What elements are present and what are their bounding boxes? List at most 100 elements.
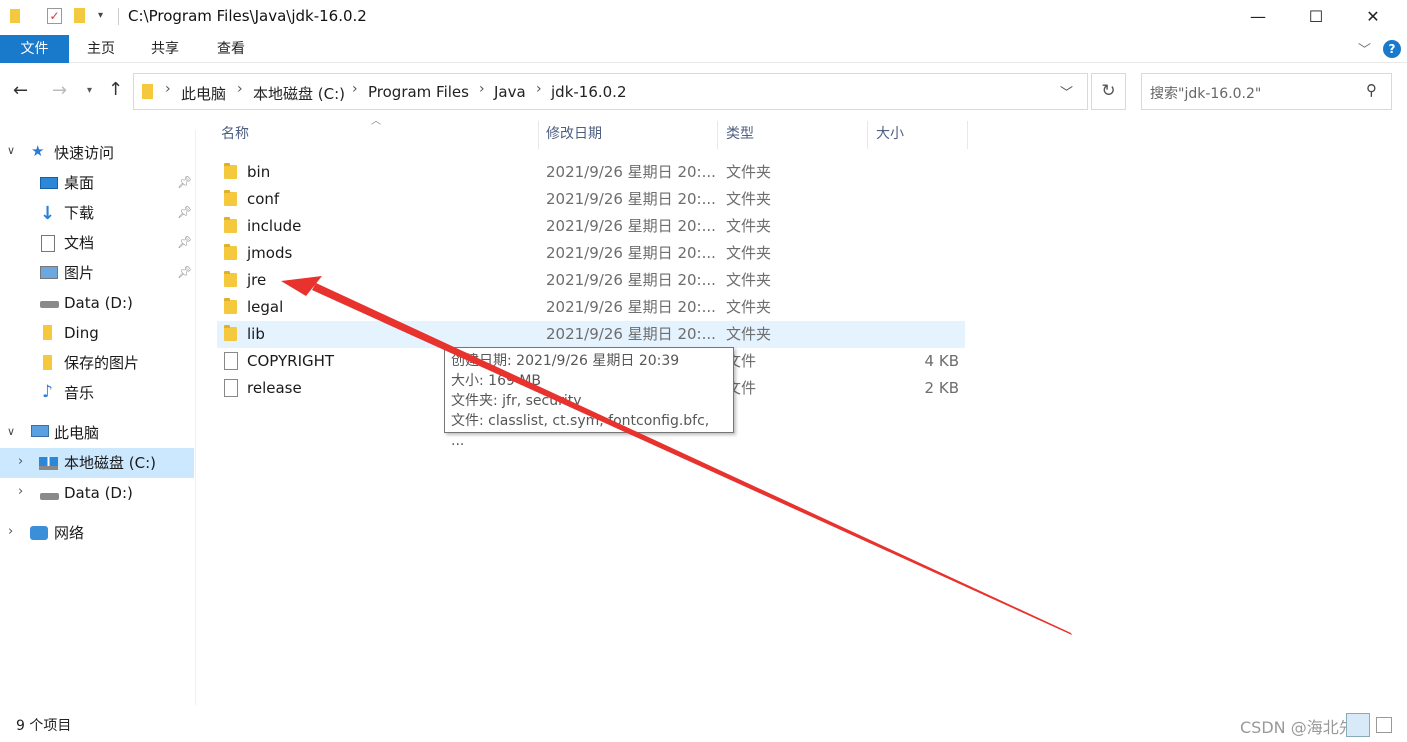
maximize-button[interactable]: ☐ bbox=[1293, 0, 1339, 33]
properties-icon[interactable]: ✓ bbox=[47, 8, 62, 24]
chevron-down-icon[interactable]: ∨ bbox=[7, 144, 15, 157]
file-name: release bbox=[247, 379, 302, 397]
drive-icon bbox=[40, 493, 59, 500]
folder-info-tooltip: 创建日期: 2021/9/26 星期日 20:39 大小: 169 MB 文件夹… bbox=[444, 347, 734, 449]
status-bar: 9 个项目 CSDN @海北先生 bbox=[0, 712, 1407, 738]
recent-locations-icon[interactable]: ▾ bbox=[87, 85, 92, 96]
file-name: bin bbox=[247, 163, 271, 181]
file-icon bbox=[224, 379, 238, 397]
file-name: include bbox=[247, 217, 302, 235]
pin-icon[interactable]: 📌︎ bbox=[177, 265, 192, 279]
new-folder-icon[interactable] bbox=[74, 8, 85, 23]
file-name: lib bbox=[247, 325, 265, 343]
nav-item-drive-d[interactable]: Data (D:) bbox=[64, 478, 133, 508]
column-header-type[interactable]: 类型 bbox=[722, 121, 868, 149]
chevron-right-icon: › bbox=[237, 81, 243, 97]
nav-item-documents[interactable]: 文档 bbox=[64, 228, 94, 258]
network-icon bbox=[30, 526, 48, 540]
chevron-down-icon[interactable]: ∨ bbox=[7, 425, 15, 438]
item-count: 9 个项目 bbox=[16, 718, 72, 734]
nav-item-music[interactable]: 音乐 bbox=[64, 378, 94, 408]
nav-item-downloads[interactable]: 下载 bbox=[64, 198, 94, 228]
column-header-name[interactable]: 名称 bbox=[217, 121, 539, 149]
file-row-jre[interactable]: jre 2021/9/26 星期日 20:... 文件夹 bbox=[217, 267, 965, 294]
expand-ribbon-icon[interactable]: ﹀ bbox=[1358, 39, 1371, 58]
pin-icon[interactable]: 📌︎ bbox=[177, 235, 192, 249]
folder-icon bbox=[142, 84, 153, 99]
nav-item-drive-c[interactable]: 本地磁盘 (C:) bbox=[64, 448, 156, 478]
nav-item-data-d[interactable]: Data (D:) bbox=[64, 288, 133, 318]
chevron-right-icon[interactable]: › bbox=[18, 454, 23, 469]
breadcrumb-drive-c[interactable]: 本地磁盘 (C:) bbox=[253, 83, 345, 104]
details-view-icon[interactable] bbox=[1346, 713, 1370, 737]
tooltip-size: 大小: 169 MB bbox=[451, 373, 542, 389]
file-date: 2021/9/26 星期日 20:... bbox=[546, 325, 716, 343]
back-button[interactable]: ← bbox=[13, 80, 28, 101]
address-bar[interactable]: › 此电脑 › 本地磁盘 (C:) › Program Files › Java… bbox=[133, 73, 1088, 110]
music-icon: ♪ bbox=[42, 382, 53, 402]
large-icons-view-icon[interactable] bbox=[1376, 717, 1392, 733]
nav-item-pictures[interactable]: 图片 bbox=[64, 258, 94, 288]
minimize-button[interactable]: — bbox=[1235, 0, 1281, 33]
file-size: 4 KB bbox=[924, 352, 959, 370]
file-type: 文件夹 bbox=[726, 298, 772, 316]
column-header-date[interactable]: 修改日期 bbox=[542, 121, 718, 149]
file-size: 2 KB bbox=[924, 379, 959, 397]
refresh-button[interactable]: ↻ bbox=[1091, 73, 1126, 110]
search-icon: ⚲ bbox=[1366, 81, 1377, 99]
tab-file[interactable]: 文件 bbox=[0, 35, 69, 63]
file-type: 文件夹 bbox=[726, 244, 772, 262]
file-row-conf[interactable]: conf 2021/9/26 星期日 20:... 文件夹 bbox=[217, 186, 965, 213]
tab-view[interactable]: 查看 bbox=[208, 35, 254, 63]
nav-item-saved-pictures[interactable]: 保存的图片 bbox=[64, 348, 139, 378]
nav-network[interactable]: 网络 bbox=[54, 518, 84, 548]
ribbon-tabs: 文件 主页 共享 查看 ﹀ ? bbox=[0, 35, 1407, 63]
address-dropdown-icon[interactable]: ﹀ bbox=[1060, 82, 1073, 101]
folder-icon bbox=[43, 355, 52, 370]
breadcrumb-program-files[interactable]: Program Files bbox=[368, 83, 469, 101]
file-row-lib-hovered[interactable]: lib 2021/9/26 星期日 20:... 文件夹 bbox=[217, 321, 965, 348]
file-row-legal[interactable]: legal 2021/9/26 星期日 20:... 文件夹 bbox=[217, 294, 965, 321]
file-name: conf bbox=[247, 190, 280, 208]
pin-icon[interactable]: 📌︎ bbox=[177, 175, 192, 189]
help-icon[interactable]: ? bbox=[1383, 40, 1401, 58]
breadcrumb-this-pc[interactable]: 此电脑 bbox=[181, 83, 226, 104]
nav-item-desktop[interactable]: 桌面 bbox=[64, 168, 94, 198]
search-box[interactable]: 搜索"jdk-16.0.2" ⚲ bbox=[1141, 73, 1392, 110]
chevron-right-icon: › bbox=[352, 81, 358, 97]
chevron-right-icon[interactable]: › bbox=[8, 524, 13, 539]
column-header-size[interactable]: 大小 bbox=[872, 121, 968, 149]
tab-home[interactable]: 主页 bbox=[78, 35, 124, 63]
file-row-bin[interactable]: bin 2021/9/26 星期日 20:... 文件夹 bbox=[217, 159, 965, 186]
file-row-jmods[interactable]: jmods 2021/9/26 星期日 20:... 文件夹 bbox=[217, 240, 965, 267]
pin-icon[interactable]: 📌︎ bbox=[177, 205, 192, 219]
forward-button[interactable]: → bbox=[52, 80, 67, 101]
file-name: legal bbox=[247, 298, 284, 316]
search-input[interactable]: 搜索"jdk-16.0.2" bbox=[1150, 83, 1261, 103]
navigation-pane: ∨ ★ 快速访问 桌面 📌︎ ↓ 下载 📌︎ 文档 📌︎ 图片 📌︎ Data … bbox=[0, 130, 196, 705]
file-date: 2021/9/26 星期日 20:... bbox=[546, 190, 716, 208]
file-row-include[interactable]: include 2021/9/26 星期日 20:... 文件夹 bbox=[217, 213, 965, 240]
folder-icon bbox=[224, 190, 237, 206]
folder-icon bbox=[224, 244, 237, 260]
breadcrumb-jdk[interactable]: jdk-16.0.2 bbox=[551, 83, 627, 101]
star-icon: ★ bbox=[31, 142, 45, 160]
nav-quick-access[interactable]: 快速访问 bbox=[54, 138, 114, 168]
nav-item-ding[interactable]: Ding bbox=[64, 318, 99, 348]
customize-quick-access-icon[interactable]: ▾ bbox=[98, 10, 103, 21]
file-date: 2021/9/26 星期日 20:... bbox=[546, 271, 716, 289]
breadcrumb-java[interactable]: Java bbox=[494, 83, 526, 101]
chevron-right-icon: › bbox=[479, 81, 485, 97]
file-name: jre bbox=[247, 271, 267, 289]
divider bbox=[118, 8, 119, 25]
nav-this-pc[interactable]: 此电脑 bbox=[54, 418, 99, 448]
folder-icon bbox=[224, 217, 237, 233]
tab-share[interactable]: 共享 bbox=[142, 35, 188, 63]
up-button[interactable]: ↑ bbox=[108, 79, 123, 100]
file-name: jmods bbox=[247, 244, 293, 262]
computer-icon bbox=[31, 425, 49, 437]
tooltip-created: 创建日期: 2021/9/26 星期日 20:39 bbox=[451, 353, 680, 369]
chevron-right-icon[interactable]: › bbox=[18, 484, 23, 499]
close-button[interactable]: ✕ bbox=[1350, 0, 1396, 33]
title-bar: ✓ ▾ C:\Program Files\Java\jdk-16.0.2 — ☐… bbox=[0, 0, 1407, 33]
